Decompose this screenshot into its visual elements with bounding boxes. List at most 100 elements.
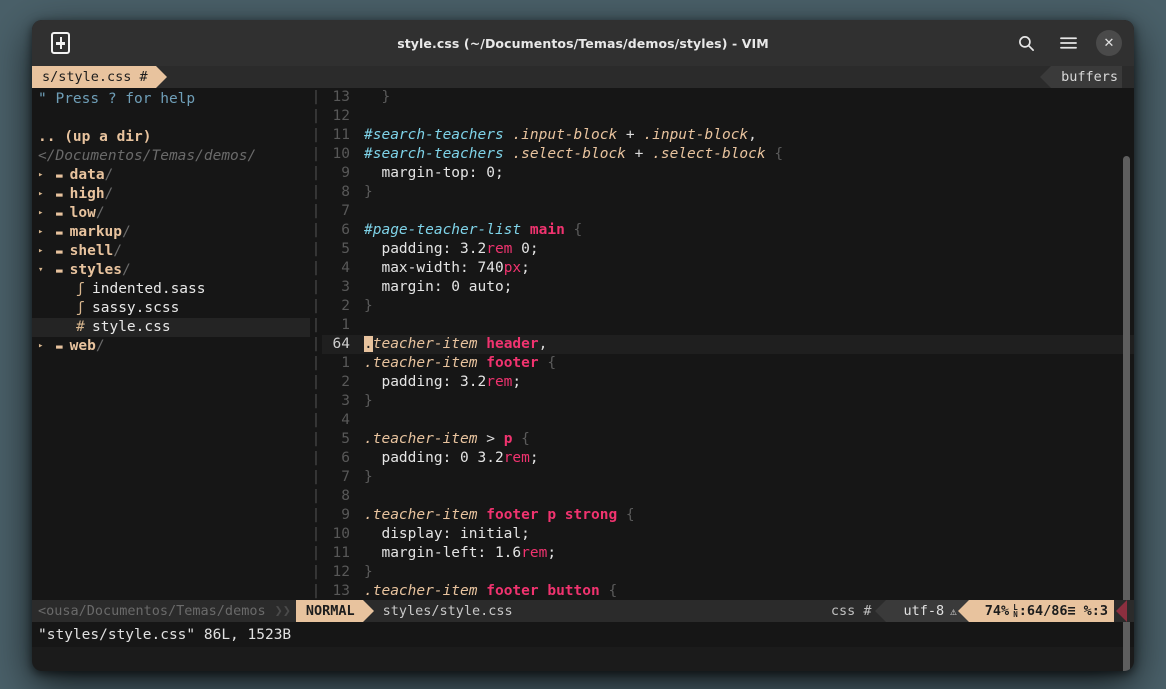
code-line-text: max-width: 740px; xyxy=(364,260,530,276)
code-line[interactable]: 7 xyxy=(322,202,1134,221)
status-mode: NORMAL xyxy=(295,600,374,622)
code-line[interactable]: 1 .teacher-item footer { xyxy=(322,354,1134,373)
code-line[interactable]: 2} xyxy=(322,297,1134,316)
tree-current-path: </Documentos/Temas/demos/ xyxy=(32,147,310,166)
code-line[interactable]: 10 #search-teachers .select-block + .sele… xyxy=(322,145,1134,164)
split-separator-char: | xyxy=(311,317,321,333)
code-line[interactable]: 6 #page-teacher-list main { xyxy=(322,221,1134,240)
split-separator-char: | xyxy=(311,412,321,428)
code-line[interactable]: 9 .teacher-item footer p strong { xyxy=(322,506,1134,525)
line-number: 8 xyxy=(341,184,350,200)
code-line[interactable]: 5 .teacher-item > p { xyxy=(322,430,1134,449)
tree-help-line: " Press ? for help xyxy=(32,90,310,109)
code-line-text: .teacher-item footer { xyxy=(364,355,557,371)
tree-file-sassy-scss[interactable]: ʃ sassy.scss xyxy=(32,299,310,318)
line-number: 4 xyxy=(341,260,350,276)
status-filename: styles/style.css xyxy=(362,600,521,622)
tree-dir-web[interactable]: ▸ ▬ web / xyxy=(32,337,310,356)
tree-dir-low[interactable]: ▸ ▬ low / xyxy=(32,204,310,223)
tree-file-style-css[interactable]: # style.css xyxy=(32,318,310,337)
code-line[interactable]: 12 xyxy=(322,107,1134,126)
code-line-text: .teacher-item footer button { xyxy=(364,583,618,599)
chevron-right-icon: ▸ xyxy=(38,189,44,199)
line-number: 9 xyxy=(341,507,350,523)
code-line[interactable]: 3 margin: 0 auto; xyxy=(322,278,1134,297)
code-line-text: padding: 0 3.2rem; xyxy=(364,450,539,466)
folder-icon: ▬ xyxy=(56,207,63,220)
tab-bar: s/style.css # buffers xyxy=(32,66,1134,88)
tree-dir-shell[interactable]: ▸ ▬ shell / xyxy=(32,242,310,261)
code-line-text: padding: 3.2rem 0; xyxy=(364,241,539,257)
code-line-text: .teacher-item > p { xyxy=(364,431,530,447)
code-line[interactable]: 10 display: initial; xyxy=(322,525,1134,544)
code-line[interactable]: 2 padding: 3.2rem; xyxy=(322,373,1134,392)
code-line[interactable]: 11 margin-left: 1.6rem; xyxy=(322,544,1134,563)
code-line[interactable]: 64 .teacher-item header, xyxy=(322,335,1134,354)
code-line-text: } xyxy=(364,393,373,409)
line-number: 8 xyxy=(341,488,350,504)
line-number: 9 xyxy=(341,165,350,181)
tab-style-css[interactable]: s/style.css # xyxy=(32,66,167,88)
code-line[interactable]: 9 margin-top: 0; xyxy=(322,164,1134,183)
chevron-down-icon: ▾ xyxy=(38,265,44,275)
code-line[interactable]: 13 .teacher-item footer button { xyxy=(322,582,1134,600)
code-line[interactable]: 11 #search-teachers .input-block + .input… xyxy=(322,126,1134,145)
status-encoding: utf-8 ⚠ xyxy=(874,600,969,622)
tree-dir-label: web xyxy=(69,338,96,354)
line-number: 12 xyxy=(332,564,350,580)
hamburger-menu-icon[interactable] xyxy=(1054,29,1082,57)
folder-open-icon: ▬ xyxy=(56,264,63,277)
buffers-label[interactable]: buffers xyxy=(1040,66,1122,88)
search-icon[interactable] xyxy=(1012,29,1040,57)
line-number: 64 xyxy=(332,336,350,352)
status-separator-icon: ❯❯ xyxy=(274,603,291,619)
split-separator-char: | xyxy=(311,203,321,219)
css-file-icon: # xyxy=(76,319,85,335)
vertical-scrollbar[interactable] xyxy=(1123,156,1130,671)
close-icon[interactable]: ✕ xyxy=(1096,30,1122,56)
tree-dir-markup[interactable]: ▸ ▬ markup / xyxy=(32,223,310,242)
line-number: 3 xyxy=(341,393,350,409)
tree-path-label: </Documentos/Temas/demos/ xyxy=(38,148,257,164)
line-number: 2 xyxy=(341,298,350,314)
line-number: 3 xyxy=(341,279,350,295)
code-line[interactable]: 4 xyxy=(322,411,1134,430)
code-line[interactable]: 8 xyxy=(322,487,1134,506)
tree-dir-label: styles xyxy=(69,262,123,278)
tree-up-a-dir[interactable]: .. (up a dir) xyxy=(32,128,310,147)
code-line[interactable]: 8} xyxy=(322,183,1134,202)
tree-dir-data[interactable]: ▸ ▬ data / xyxy=(32,166,310,185)
code-line-text: .teacher-item footer p strong { xyxy=(364,507,635,523)
code-line[interactable]: 13 } xyxy=(322,88,1134,107)
tree-file-indented-sass[interactable]: ʃ indented.sass xyxy=(32,280,310,299)
line-number: 2 xyxy=(341,374,350,390)
line-number: 10 xyxy=(332,146,350,162)
line-number: 1 xyxy=(341,317,350,333)
line-number: 6 xyxy=(341,222,350,238)
tree-blank-row xyxy=(32,109,310,128)
code-line-text: display: initial; xyxy=(364,526,530,542)
split-separator-char: | xyxy=(311,545,321,561)
tree-dir-high[interactable]: ▸ ▬ high / xyxy=(32,185,310,204)
tree-dir-styles[interactable]: ▾ ▬ styles / xyxy=(32,261,310,280)
line-number-icon: LN xyxy=(1013,602,1018,619)
code-line[interactable]: 6 padding: 0 3.2rem; xyxy=(322,449,1134,468)
code-line[interactable]: 5 padding: 3.2rem 0; xyxy=(322,240,1134,259)
folder-icon: ▬ xyxy=(56,226,63,239)
plus-square-icon[interactable] xyxy=(46,29,74,57)
command-line[interactable]: "styles/style.css" 86L, 1523B xyxy=(32,622,1134,647)
code-line[interactable]: 1 xyxy=(322,316,1134,335)
title-bar-left-controls xyxy=(46,29,74,57)
split-separator-char: | xyxy=(311,355,321,371)
folder-icon: ▬ xyxy=(56,188,63,201)
status-line: <ousa/Documentos/Temas/demos ❯❯ NORMAL s… xyxy=(32,600,1134,622)
code-editor-pane[interactable]: 13 } 12 11 #search-teachers .input-block + … xyxy=(322,88,1134,600)
code-line[interactable]: 4 max-width: 740px; xyxy=(322,259,1134,278)
title-bar: style.css (~/Documentos/Temas/demos/styl… xyxy=(32,20,1134,66)
code-line[interactable]: 12} xyxy=(322,563,1134,582)
code-line[interactable]: 3} xyxy=(322,392,1134,411)
tree-dir-label: data xyxy=(69,167,105,183)
status-line-of-total: :64/86≡ xyxy=(1018,603,1076,619)
status-spacer xyxy=(520,600,823,622)
code-line[interactable]: 7} xyxy=(322,468,1134,487)
